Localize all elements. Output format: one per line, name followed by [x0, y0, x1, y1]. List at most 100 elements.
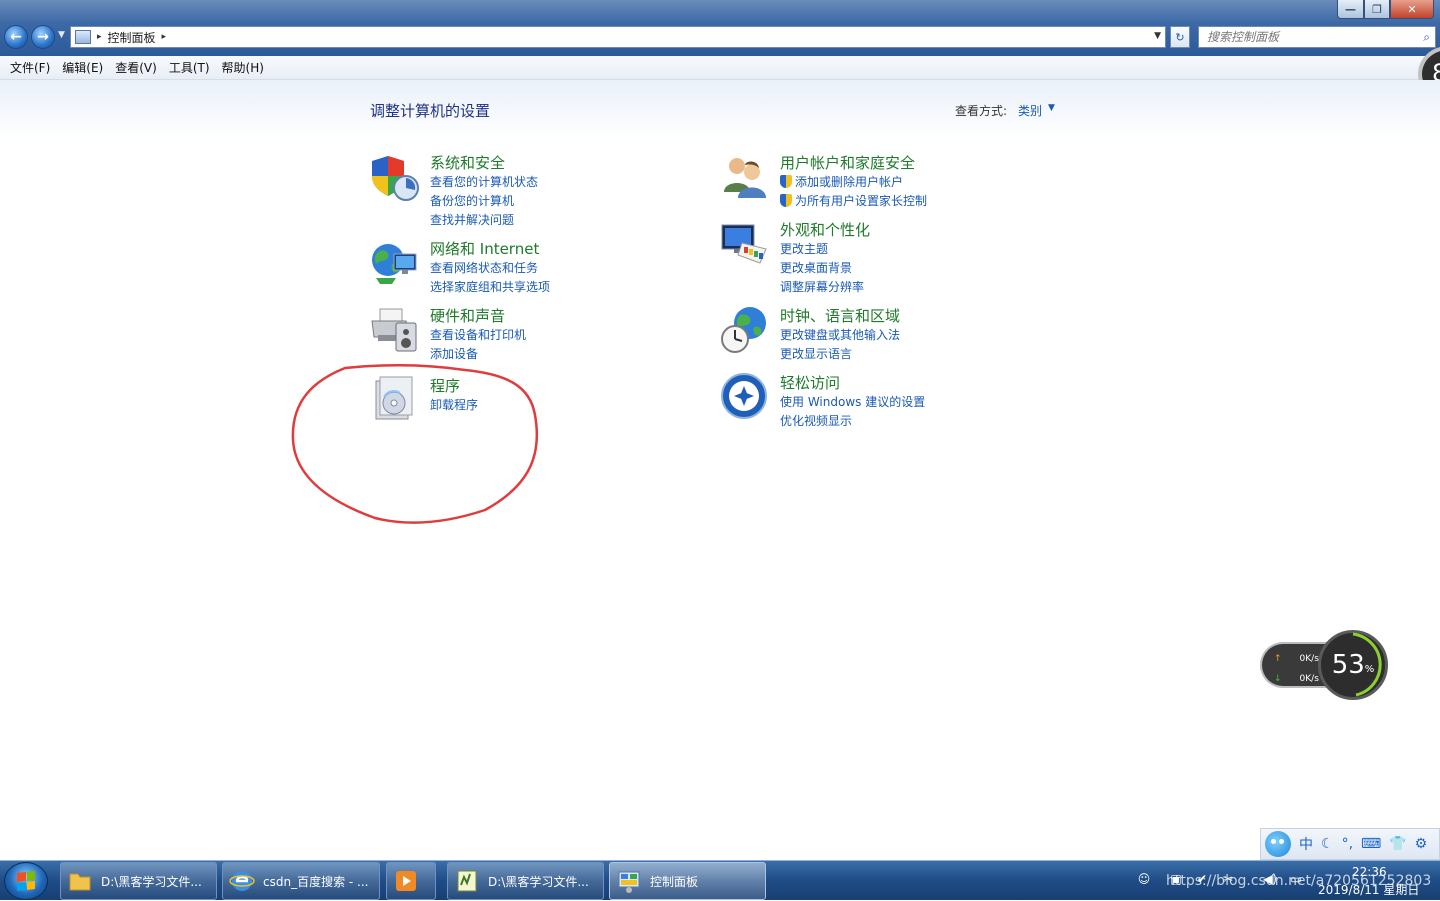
globe-network-icon[interactable] [370, 238, 420, 288]
start-button[interactable] [4, 862, 48, 900]
clock-date[interactable]: 2019/8/11 星期日 [1318, 881, 1419, 898]
category-links: 查看网络状态和任务 选择家庭组和共享选项 [430, 259, 550, 294]
caption-buttons: — ❐ ✕ [1337, 0, 1434, 19]
breadcrumb-separator[interactable]: ▸ [97, 32, 102, 42]
content-area: 调整计算机的设置 查看方式: 类别 ▼ 系统和安全 查看您的计算机状态 备份您的… [0, 80, 1440, 860]
search-input[interactable] [1207, 30, 1412, 44]
taskbar-item-ie[interactable]: csdn_百度搜索 - ... [222, 862, 380, 900]
qq-icon[interactable]: ☺ [1136, 871, 1152, 887]
address-dropdown-icon[interactable]: ▼ [1154, 31, 1161, 41]
link-adjust-resolution[interactable]: 调整屏幕分辨率 [780, 278, 864, 294]
maximize-button[interactable]: ❐ [1364, 0, 1390, 19]
gear-icon[interactable]: ⚙ [1415, 836, 1428, 852]
ie-icon [229, 871, 255, 891]
ime-toolbar: 中 ☾ °, ⌨ 👕 ⚙ [1260, 828, 1440, 860]
link-uninstall-program[interactable]: 卸载程序 [430, 396, 478, 412]
clock-time[interactable]: 22:36 [1352, 865, 1387, 879]
close-button[interactable]: ✕ [1390, 0, 1434, 19]
maximize-icon: ❐ [1372, 2, 1382, 16]
category-links: 更改主题 更改桌面背景 调整屏幕分辨率 [780, 240, 864, 294]
breadcrumb-control-panel[interactable]: 控制面板 [108, 29, 156, 46]
taskbar-item-media-player[interactable] [386, 862, 436, 900]
breadcrumb-separator[interactable]: ▸ [162, 32, 167, 42]
view-by-dropdown[interactable]: 类别 [1018, 102, 1042, 119]
clock-globe-icon[interactable] [720, 305, 770, 355]
search-icon[interactable]: ⌕ [1423, 30, 1430, 45]
link-text: 为所有用户设置家长控制 [795, 193, 928, 208]
ime-chinese-mode[interactable]: 中 [1299, 834, 1313, 854]
skin-icon[interactable]: 👕 [1389, 836, 1406, 852]
category-title[interactable]: 网络和 Internet [430, 238, 539, 259]
link-change-keyboard-input[interactable]: 更改键盘或其他输入法 [780, 326, 900, 342]
notepad-icon [457, 870, 477, 892]
link-devices-printers[interactable]: 查看设备和打印机 [430, 326, 526, 342]
category-links: 更改键盘或其他输入法 更改显示语言 [780, 326, 900, 361]
menu-file[interactable]: 文件(F) [4, 59, 56, 76]
download-speed: 0K/s [1299, 674, 1319, 684]
link-add-device[interactable]: 添加设备 [430, 345, 526, 361]
category-links: 查看您的计算机状态 备份您的计算机 查找并解决问题 [430, 173, 538, 227]
category-title[interactable]: 轻松访问 [780, 372, 840, 393]
task-label: csdn_百度搜索 - ... [263, 874, 369, 889]
window-chrome: — ❐ ✕ ← → ▼ ▸ 控制面板 ▸ ▼ ↻ ⌕ [0, 0, 1440, 56]
keyboard-icon[interactable]: ⌨ [1361, 836, 1381, 852]
link-parental-controls[interactable]: 为所有用户设置家长控制 [780, 192, 927, 208]
link-change-desktop-background[interactable]: 更改桌面背景 [780, 259, 864, 275]
link-network-status[interactable]: 查看网络状态和任务 [430, 259, 550, 275]
link-add-remove-accounts[interactable]: 添加或删除用户帐户 [780, 173, 927, 189]
menu-bar: 文件(F) 编辑(E) 查看(V) 工具(T) 帮助(H) [0, 56, 1440, 80]
link-backup-computer[interactable]: 备份您的计算机 [430, 192, 538, 208]
windows-logo-icon [17, 871, 35, 891]
taskbar-item-control-panel[interactable]: 控制面板 [609, 862, 766, 900]
category-title[interactable]: 时钟、语言和区域 [780, 305, 900, 326]
programs-disc-icon[interactable] [370, 375, 420, 425]
usage-ring [1352, 632, 1382, 697]
network-monitor-widget[interactable]: ↑ 0K/s ↓ 0K/s 53% [1260, 630, 1388, 700]
shield-icon[interactable] [370, 152, 420, 202]
category-links: 卸载程序 [430, 396, 478, 412]
view-by-caret-icon[interactable]: ▼ [1048, 103, 1055, 113]
minimize-icon: — [1345, 2, 1356, 16]
users-icon[interactable] [720, 152, 770, 202]
ease-of-access-icon[interactable] [720, 372, 770, 422]
link-homegroup-sharing[interactable]: 选择家庭组和共享选项 [430, 278, 550, 294]
menu-view[interactable]: 查看(V) [109, 59, 163, 76]
link-change-theme[interactable]: 更改主题 [780, 240, 864, 256]
control-panel-icon [618, 871, 640, 893]
category-title[interactable]: 硬件和声音 [430, 305, 505, 326]
category-title[interactable]: 用户帐户和家庭安全 [780, 152, 915, 173]
category-links: 查看设备和打印机 添加设备 [430, 326, 526, 361]
back-button[interactable]: ← [4, 25, 28, 49]
address-bar[interactable]: ▸ 控制面板 ▸ ▼ [70, 26, 1166, 48]
upload-arrow-icon: ↑ [1274, 654, 1282, 664]
refresh-button[interactable]: ↻ [1170, 26, 1190, 48]
link-optimize-video-display[interactable]: 优化视频显示 [780, 412, 925, 428]
control-panel-icon [75, 30, 91, 44]
forward-arrow-icon: → [37, 29, 49, 45]
menu-tools[interactable]: 工具(T) [163, 59, 216, 76]
link-troubleshoot[interactable]: 查找并解决问题 [430, 211, 538, 227]
minimize-button[interactable]: — [1337, 0, 1364, 19]
search-box[interactable]: ⌕ [1198, 26, 1436, 48]
upload-speed: 0K/s [1299, 654, 1319, 664]
link-windows-recommended-settings[interactable]: 使用 Windows 建议的设置 [780, 393, 925, 409]
punctuation-icon[interactable]: °, [1342, 836, 1353, 852]
task-label: D:\黑客学习文件... [101, 874, 202, 889]
upload-row: ↑ 0K/s [1274, 654, 1319, 664]
printer-speaker-icon[interactable] [370, 305, 420, 355]
recent-pages-dropdown[interactable]: ▼ [58, 30, 65, 40]
moon-icon[interactable]: ☾ [1321, 836, 1334, 852]
link-change-display-language[interactable]: 更改显示语言 [780, 345, 900, 361]
category-title[interactable]: 程序 [430, 375, 460, 396]
taskbar: D:\黑客学习文件... csdn_百度搜索 - ... D:\黑客学习文件..… [0, 860, 1440, 900]
taskbar-item-notepad[interactable]: D:\黑客学习文件... [447, 862, 604, 900]
category-title[interactable]: 外观和个性化 [780, 219, 870, 240]
link-view-computer-status[interactable]: 查看您的计算机状态 [430, 173, 538, 189]
category-title[interactable]: 系统和安全 [430, 152, 505, 173]
ime-mascot-icon[interactable] [1265, 831, 1291, 857]
taskbar-item-explorer[interactable]: D:\黑客学习文件... [60, 862, 217, 900]
menu-help[interactable]: 帮助(H) [216, 59, 270, 76]
monitor-palette-icon[interactable] [720, 219, 770, 269]
menu-edit[interactable]: 编辑(E) [56, 59, 109, 76]
forward-button[interactable]: → [31, 25, 55, 49]
